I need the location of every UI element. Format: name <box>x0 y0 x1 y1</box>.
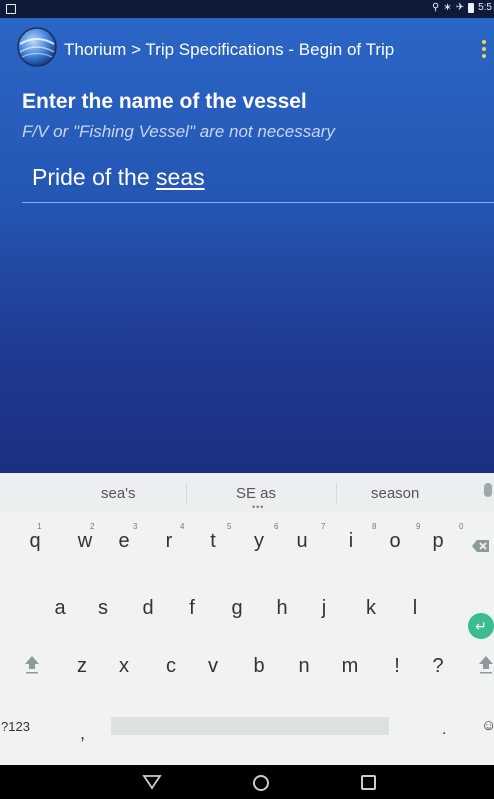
status-icons: ⚲ ∗ ✈ 5:5 <box>432 2 492 14</box>
suggestion-strip: sea's SE as ••• season <box>0 473 494 513</box>
key-g[interactable]: g <box>225 597 249 620</box>
key-hint-7: 7 <box>321 522 326 531</box>
key-y[interactable]: y <box>247 530 271 553</box>
status-bar: ⚲ ∗ ✈ 5:5 <box>0 0 494 18</box>
key-hint-6: 6 <box>274 522 279 531</box>
key-f[interactable]: f <box>180 597 204 620</box>
key-v[interactable]: v <box>201 655 225 678</box>
home-circle-icon[interactable] <box>253 775 269 791</box>
globe-logo-icon[interactable] <box>16 26 58 68</box>
key-s[interactable]: s <box>91 597 115 620</box>
key-x[interactable]: x <box>112 655 136 678</box>
back-triangle-icon[interactable] <box>142 773 162 791</box>
soft-keyboard: sea's SE as ••• season 1 2 3 4 5 6 7 8 9… <box>0 473 494 765</box>
key-t[interactable]: t <box>201 530 225 553</box>
key-c[interactable]: c <box>159 655 183 678</box>
emoji-icon[interactable]: ☺ <box>481 717 494 734</box>
airplane-icon: ✈ <box>455 2 465 13</box>
key-exclamation[interactable]: ! <box>385 655 409 678</box>
suggestion-3[interactable]: season <box>371 485 419 502</box>
vessel-name-value: Pride of the seas <box>32 164 205 190</box>
key-hint-8: 8 <box>372 522 377 531</box>
more-suggestions-icon[interactable]: ••• <box>252 502 264 512</box>
shift-icon[interactable] <box>478 655 494 675</box>
app-content: Thorium > Trip Specifications - Begin of… <box>0 18 494 473</box>
recent-square-icon[interactable] <box>361 775 376 790</box>
space-bar[interactable] <box>111 717 389 735</box>
battery-icon <box>468 3 475 13</box>
backspace-icon[interactable] <box>472 539 490 553</box>
key-o[interactable]: o <box>383 530 407 553</box>
microphone-icon[interactable] <box>484 483 492 497</box>
app-bar: Thorium > Trip Specifications - Begin of… <box>0 18 494 78</box>
screenshot-icon <box>6 4 16 14</box>
key-b[interactable]: b <box>247 655 271 678</box>
key-p[interactable]: p <box>426 530 450 553</box>
key-question[interactable]: ? <box>426 655 450 678</box>
location-icon: ⚲ <box>431 2 440 13</box>
key-l[interactable]: l <box>403 597 427 620</box>
key-u[interactable]: u <box>290 530 314 553</box>
composing-word: seas <box>156 164 205 190</box>
enter-icon[interactable]: ↵ <box>468 613 494 639</box>
key-r[interactable]: r <box>157 530 181 553</box>
app-title: Thorium > Trip Specifications - Begin of… <box>64 40 395 59</box>
key-d[interactable]: d <box>136 597 160 620</box>
key-hint-9: 9 <box>416 522 421 531</box>
key-h[interactable]: h <box>270 597 294 620</box>
more-vert-icon[interactable] <box>480 40 488 62</box>
clock: 5:5 <box>478 2 492 13</box>
key-m[interactable]: m <box>338 655 362 678</box>
symbols-key[interactable]: ?123 <box>1 719 30 734</box>
navigation-bar <box>0 765 494 799</box>
page-heading: Enter the name of the vessel <box>22 90 307 113</box>
key-w[interactable]: w <box>73 530 97 553</box>
shift-icon[interactable] <box>24 655 40 675</box>
key-period[interactable]: . <box>442 721 446 739</box>
key-n[interactable]: n <box>292 655 316 678</box>
key-comma[interactable]: , <box>80 723 85 744</box>
key-q[interactable]: q <box>23 530 47 553</box>
key-z[interactable]: z <box>70 655 94 678</box>
vessel-name-input[interactable]: Pride of the seas <box>22 156 494 203</box>
key-hint-0: 0 <box>459 522 464 531</box>
suggestion-2[interactable]: SE as <box>236 485 276 502</box>
suggestion-1[interactable]: sea's <box>101 485 136 502</box>
key-j[interactable]: j <box>312 597 336 620</box>
key-k[interactable]: k <box>359 597 383 620</box>
key-i[interactable]: i <box>339 530 363 553</box>
key-a[interactable]: a <box>48 597 72 620</box>
key-e[interactable]: e <box>112 530 136 553</box>
key-hint-5: 5 <box>227 522 232 531</box>
bluetooth-icon: ∗ <box>443 2 452 13</box>
page-hint: F/V or "Fishing Vessel" are not necessar… <box>22 122 335 141</box>
